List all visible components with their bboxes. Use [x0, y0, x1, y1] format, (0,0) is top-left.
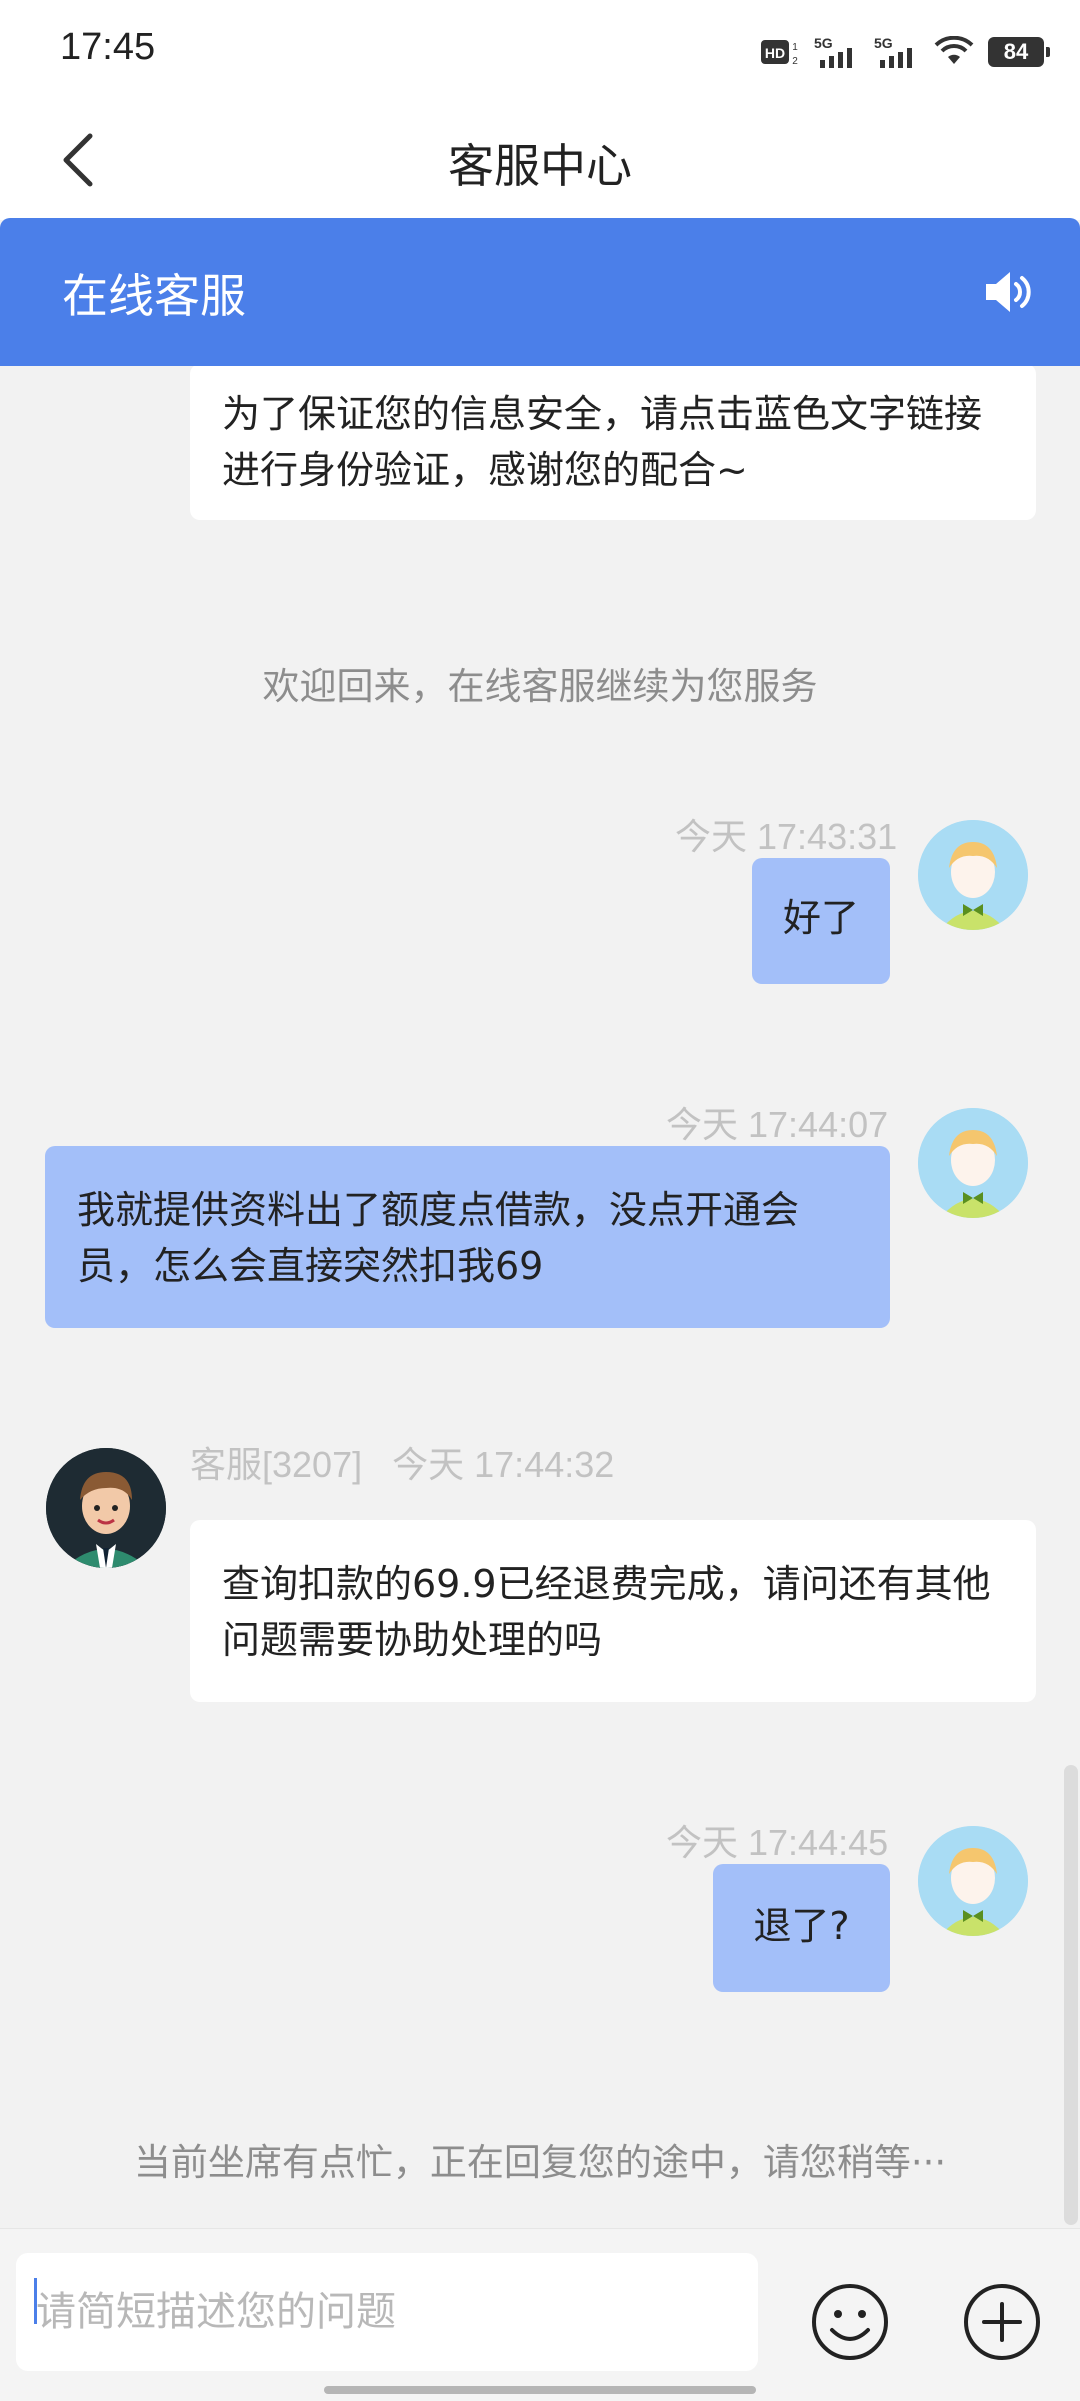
battery-level: 84: [1003, 39, 1029, 64]
agent-name: 客服[3207]: [190, 1444, 363, 1485]
signal-5g-icon: 5G: [814, 35, 852, 68]
message-timestamp: 今天 17:44:32: [392, 1444, 615, 1485]
agent-avatar: [46, 1448, 166, 1568]
system-message: 欢迎回来，在线客服继续为您服务: [262, 665, 818, 708]
svg-text:5G: 5G: [874, 35, 893, 51]
user-avatar: [918, 1108, 1028, 1218]
speaker-icon: [986, 272, 1031, 312]
user-avatar-icon: [918, 820, 1028, 930]
online-service-header: 在线客服: [0, 218, 1080, 366]
chat-scrollbar[interactable]: [1064, 1765, 1078, 2225]
message-text: 好了: [782, 896, 859, 940]
status-time: 17:45: [60, 26, 156, 68]
page-title: 客服中心: [448, 139, 632, 193]
user-avatar-icon: [918, 1108, 1028, 1218]
home-indicator[interactable]: [324, 2386, 756, 2394]
message-text: 退了?: [753, 1904, 850, 1948]
user-avatar-icon: [918, 1826, 1028, 1936]
message-text: 查询扣款的69.9已经退费完成，请问还有其他问题需要协助处理的吗: [222, 1562, 991, 1662]
message-input[interactable]: 请简短描述您的问题: [16, 2253, 758, 2371]
text-caret: [34, 2278, 37, 2324]
title-bar: 客服中心: [0, 100, 1080, 220]
status-icons: HD 1 2 5G 5G 84: [760, 30, 1050, 74]
svg-text:5G: 5G: [814, 35, 833, 51]
user-message-bubble: 退了?: [713, 1864, 890, 1992]
svg-text:2: 2: [792, 56, 798, 67]
header-label: 在线客服: [62, 269, 246, 323]
svg-text:1: 1: [792, 42, 798, 53]
user-avatar: [918, 1826, 1028, 1936]
emoji-button[interactable]: [808, 2280, 892, 2364]
message-timestamp: 今天 17:44:07: [666, 1104, 889, 1145]
smiley-icon: [812, 2284, 888, 2360]
battery-indicator: 84: [988, 37, 1050, 67]
message-text: 我就提供资料出了额度点借款，没点开通会员，怎么会直接突然扣我69: [77, 1188, 800, 1288]
signal-5g-icon-2: 5G: [874, 35, 912, 68]
message-timestamp: 今天 17:43:31: [675, 816, 898, 857]
agent-message-meta: 客服[3207] 今天 17:44:32: [190, 1436, 614, 1488]
user-avatar: [918, 820, 1028, 930]
user-message-bubble: 好了: [752, 858, 890, 984]
user-message-bubble: 我就提供资料出了额度点借款，没点开通会员，怎么会直接突然扣我69: [45, 1146, 890, 1328]
plus-circle-icon: [964, 2284, 1040, 2360]
plus-button[interactable]: [960, 2280, 1044, 2364]
svg-text:HD: HD: [765, 45, 785, 61]
system-message: 当前坐席有点忙，正在回复您的途中，请您稍等···: [133, 2141, 947, 2184]
agent-message-bubble: 为了保证您的信息安全，请点击蓝色文字链接进行身份验证，感谢您的配合~: [190, 366, 1036, 520]
wifi-icon: [934, 36, 974, 64]
hd-icon: HD 1 2: [761, 40, 798, 67]
message-text: 为了保证您的信息安全，请点击蓝色文字链接进行身份验证，感谢您的配合~: [222, 392, 983, 492]
input-bar: 请简短描述您的问题: [0, 2228, 1080, 2401]
status-bar: 17:45 HD 1 2 5G 5G 84: [0, 0, 1080, 100]
chat-area[interactable]: 为了保证您的信息安全，请点击蓝色文字链接进行身份验证，感谢您的配合~ 欢迎回来，…: [0, 366, 1080, 2228]
message-timestamp: 今天 17:44:45: [666, 1822, 889, 1863]
agent-message-bubble: 查询扣款的69.9已经退费完成，请问还有其他问题需要协助处理的吗: [190, 1520, 1036, 1702]
speaker-button[interactable]: [980, 264, 1036, 320]
agent-avatar-icon: [46, 1448, 166, 1568]
